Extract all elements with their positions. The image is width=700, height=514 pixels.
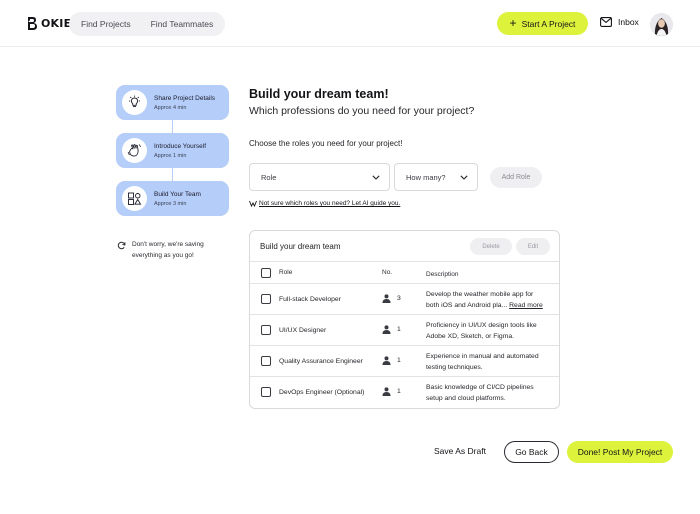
autosave-text: Don't worry, we're saving everything as … <box>132 241 204 259</box>
step-title: Build Your Team <box>154 191 201 198</box>
step-connector <box>172 120 173 133</box>
row-checkbox[interactable] <box>261 325 271 335</box>
role-description: Develop the weather mobile app for both … <box>426 289 554 311</box>
refresh-icon <box>117 241 126 250</box>
inbox-button[interactable]: Inbox <box>600 17 639 27</box>
role-name: Full-stack Developer <box>279 296 341 303</box>
go-back-button[interactable]: Go Back <box>504 441 559 463</box>
description-line: testing techniques. <box>426 364 483 371</box>
role-count-value: 1 <box>397 357 401 364</box>
role-name: UI/UX Designer <box>279 327 327 334</box>
card-header: Build your dream team Delete Edit <box>250 231 559 262</box>
nav-find-teammates[interactable]: Find Teammates <box>141 19 224 29</box>
user-avatar[interactable] <box>650 13 673 36</box>
team-card: Build your dream team Delete Edit Role N… <box>249 230 560 409</box>
role-count: 1 <box>382 387 401 396</box>
plus-icon: + <box>509 16 517 30</box>
description-line: Basic knowledge of CI/CD pipelines <box>426 384 534 391</box>
role-name: DevOps Engineer (Optional) <box>279 389 365 396</box>
step-introduce-yourself[interactable]: Introduce Yourself Approx 1 min <box>116 133 229 168</box>
role-count: 1 <box>382 356 401 365</box>
role-count: 1 <box>382 325 401 334</box>
role-name: Quality Assurance Engineer <box>279 358 363 365</box>
person-icon <box>382 387 391 396</box>
chevron-down-icon <box>460 174 468 180</box>
ai-sparkle-icon <box>249 200 257 207</box>
start-project-label: Start A Project <box>521 18 576 29</box>
person-icon <box>382 325 391 334</box>
person-icon <box>382 294 391 303</box>
step-duration: Approx 4 min <box>154 104 187 111</box>
description-line-text: both iOS and Android pla... <box>426 302 508 309</box>
row-checkbox[interactable] <box>261 294 271 304</box>
role-select[interactable]: Role <box>249 163 390 191</box>
post-project-button[interactable]: Done! Post My Project <box>567 441 673 463</box>
column-number: No. <box>382 269 393 276</box>
lightbulb-icon <box>122 90 147 115</box>
page-title: Build your dream team! <box>249 87 389 101</box>
step-duration: Approx 1 min <box>154 152 187 159</box>
page-subtitle: Which professions do you need for your p… <box>249 105 475 117</box>
step-duration: Approx 3 min <box>154 200 187 207</box>
user-photo-icon <box>650 13 673 36</box>
step-title: Share Project Details <box>154 95 216 102</box>
team-blocks-icon <box>122 186 147 211</box>
ai-guide-link[interactable]: Not sure which roles you need? Let AI gu… <box>249 200 400 207</box>
step-share-project-details[interactable]: Share Project Details Approx 4 min <box>116 85 229 120</box>
edit-button[interactable]: Edit <box>516 238 550 255</box>
person-icon <box>382 356 391 365</box>
table-row[interactable]: Quality Assurance Engineer 1 Experience … <box>250 346 559 377</box>
start-project-button[interactable]: + Start A Project <box>497 12 588 35</box>
nav-find-projects[interactable]: Find Projects <box>69 19 141 29</box>
row-checkbox[interactable] <box>261 356 271 366</box>
column-role: Role <box>279 269 293 276</box>
delete-button[interactable]: Delete <box>470 238 512 255</box>
role-description: Experience in manual and automated testi… <box>426 351 554 373</box>
ai-guide-text: Not sure which roles you need? Let AI gu… <box>259 200 401 207</box>
logo-text: OKIE <box>41 17 72 30</box>
inbox-label: Inbox <box>618 17 639 27</box>
role-description: Basic knowledge of CI/CD pipelines setup… <box>426 382 554 404</box>
description-line: Proficiency in UI/UX design tools like <box>426 322 537 329</box>
autosave-note: Don't worry, we're saving everything as … <box>117 239 237 261</box>
role-count-value: 3 <box>397 295 401 302</box>
read-more-link[interactable]: Read more <box>509 302 543 309</box>
table-row[interactable]: UI/UX Designer 1 Proficiency in UI/UX de… <box>250 315 559 346</box>
top-header: OKIE Find Projects Find Teammates + Star… <box>0 0 700 47</box>
add-role-button[interactable]: Add Role <box>490 167 542 188</box>
table-header: Role No. Description <box>250 262 559 284</box>
chevron-down-icon <box>372 174 380 180</box>
logo-mark-icon <box>28 17 37 30</box>
count-select-value: How many? <box>406 172 446 182</box>
table-row[interactable]: DevOps Engineer (Optional) 1 Basic knowl… <box>250 377 559 408</box>
main-nav: Find Projects Find Teammates <box>69 12 225 36</box>
card-title: Build your dream team <box>260 242 341 251</box>
logo[interactable]: OKIE <box>26 16 71 31</box>
mail-icon <box>600 17 612 27</box>
description-line: both iOS and Android pla... Read more <box>426 300 554 311</box>
role-count: 3 <box>382 294 401 303</box>
roles-label: Choose the roles you need for your proje… <box>249 139 403 148</box>
step-build-your-team[interactable]: Build Your Team Approx 3 min <box>116 181 229 216</box>
role-select-value: Role <box>261 172 277 182</box>
role-count-value: 1 <box>397 326 401 333</box>
description-line: Develop the weather mobile app for <box>426 291 534 298</box>
step-title: Introduce Yourself <box>154 143 207 150</box>
column-description: Description <box>426 271 459 278</box>
role-count-value: 1 <box>397 388 401 395</box>
count-select[interactable]: How many? <box>394 163 478 191</box>
select-all-checkbox[interactable] <box>261 268 271 278</box>
description-line: setup and cloud platforms. <box>426 395 506 402</box>
table-row[interactable]: Full-stack Developer 3 Develop the weath… <box>250 284 559 315</box>
description-line: Adobe XD, Sketch, or Figma. <box>426 333 515 340</box>
save-draft-button[interactable]: Save As Draft <box>434 446 486 456</box>
step-connector <box>172 168 173 181</box>
waving-hand-icon <box>122 138 147 163</box>
row-checkbox[interactable] <box>261 387 271 397</box>
description-line: Experience in manual and automated <box>426 353 539 360</box>
role-description: Proficiency in UI/UX design tools like A… <box>426 320 554 342</box>
